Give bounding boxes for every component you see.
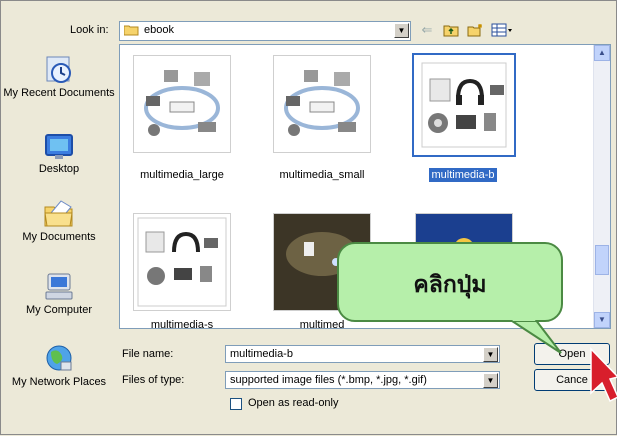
place-my-documents[interactable]: My Documents [3, 197, 115, 243]
my-documents-icon [44, 200, 73, 227]
file-type-value: supported image files (*.bmp, *.jpg, *.g… [230, 374, 427, 386]
image-thumbnail-icon [137, 217, 227, 307]
file-name[interactable]: multimedia_small [263, 169, 381, 181]
look-in-label: Look in: [70, 24, 109, 36]
instruction-callout: คลิกปุ่ม [337, 242, 563, 322]
desktop-icon [45, 134, 73, 159]
look-in-value: ebook [144, 24, 174, 36]
read-only-label: Open as read-only [248, 397, 339, 409]
chevron-down-icon[interactable]: ▼ [394, 23, 409, 38]
file-type-label: Files of type: [122, 374, 185, 386]
place-recent-documents[interactable]: My Recent Documents [3, 55, 115, 99]
look-in-dropdown[interactable]: ebook ▼ [119, 21, 411, 41]
folder-icon [124, 25, 139, 36]
recent-documents-icon [46, 56, 71, 83]
network-places-icon [46, 345, 72, 371]
chevron-down-icon[interactable]: ▼ [483, 373, 498, 388]
scroll-down-icon[interactable]: ▼ [594, 312, 610, 328]
file-name-input[interactable]: multimedia-b ▼ [225, 345, 500, 363]
file-name[interactable]: multimedia_large [123, 169, 241, 181]
cancel-button[interactable]: Cance [534, 369, 610, 391]
open-file-dialog: Look in: ebook ▼ ⇐ My Recent Documents D… [0, 0, 617, 435]
file-name-value: multimedia-b [230, 348, 293, 360]
file-thumbnail[interactable] [273, 55, 371, 153]
chevron-down-icon[interactable]: ▼ [483, 347, 498, 362]
file-type-dropdown[interactable]: supported image files (*.bmp, *.jpg, *.g… [225, 371, 500, 389]
image-thumbnail-icon [421, 62, 507, 148]
my-computer-icon [45, 273, 73, 300]
scroll-up-icon[interactable]: ▲ [594, 45, 610, 61]
file-thumbnail-selected[interactable] [412, 53, 516, 157]
place-label: My Network Places [11, 376, 107, 388]
open-button[interactable]: Open [534, 343, 610, 365]
views-menu-icon[interactable] [489, 21, 515, 39]
file-name-label: File name: [122, 348, 174, 360]
place-network-places[interactable]: My Network Places [3, 344, 115, 388]
read-only-checkbox[interactable] [230, 398, 242, 410]
file-thumbnail[interactable] [133, 55, 231, 153]
file-name[interactable]: multimedia-s [123, 319, 241, 328]
place-label: My Recent Documents [3, 87, 115, 99]
file-name-selected[interactable]: multimedia-b [404, 168, 522, 182]
image-thumbnail-icon [144, 70, 220, 136]
place-label: My Computer [25, 304, 93, 316]
back-icon[interactable]: ⇐ [417, 21, 437, 39]
place-label: My Documents [22, 231, 96, 243]
callout-text: คลิกปุ่ม [413, 271, 487, 297]
place-desktop[interactable]: Desktop [3, 133, 115, 175]
file-list-scrollbar[interactable]: ▲ ▼ [593, 45, 610, 328]
place-my-computer[interactable]: My Computer [3, 272, 115, 316]
up-folder-icon[interactable] [441, 21, 461, 39]
file-thumbnail[interactable] [133, 213, 231, 311]
image-thumbnail-icon [284, 70, 360, 136]
new-folder-icon[interactable] [465, 21, 485, 39]
place-label: Desktop [38, 163, 80, 175]
scrollbar-thumb[interactable] [595, 245, 609, 275]
